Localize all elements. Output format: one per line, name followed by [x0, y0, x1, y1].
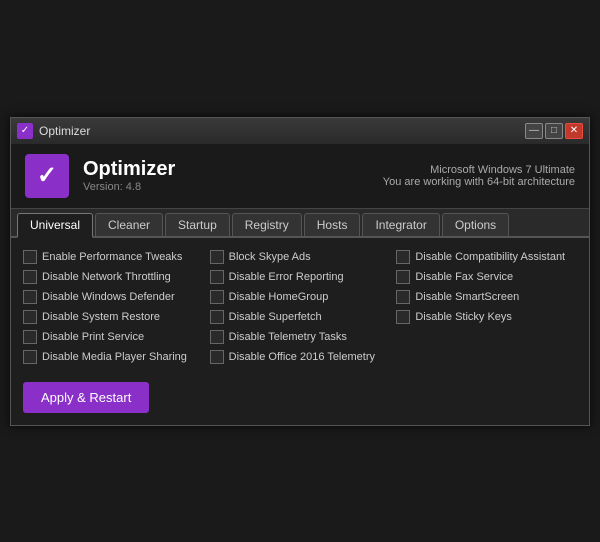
main-window: ✓ Optimizer — □ ✕ ✓ Optimizer Version: 4…: [10, 117, 590, 426]
checkbox-label: Disable Office 2016 Telemetry: [229, 351, 375, 363]
checkboxes-grid: Enable Performance Tweaks Block Skype Ad…: [23, 250, 577, 364]
tab-content: Enable Performance Tweaks Block Skype Ad…: [11, 238, 589, 425]
app-logo: ✓: [25, 154, 69, 198]
minimize-button[interactable]: —: [525, 123, 543, 139]
checkbox-disable-superfetch[interactable]: [210, 310, 224, 324]
checkbox-disable-mediaplayer[interactable]: [23, 350, 37, 364]
checkbox-label: Disable HomeGroup: [229, 291, 329, 303]
checkbox-label: Disable Error Reporting: [229, 271, 344, 283]
window-title: Optimizer: [39, 124, 90, 138]
checkbox-disable-defender[interactable]: [23, 290, 37, 304]
checkbox-disable-smartscreen[interactable]: [396, 290, 410, 304]
checkbox-label: Disable Compatibility Assistant: [415, 251, 565, 263]
checkbox-disable-restore[interactable]: [23, 310, 37, 324]
list-item: Block Skype Ads: [210, 250, 391, 264]
checkbox-label: Disable SmartScreen: [415, 291, 519, 303]
list-item: Disable Compatibility Assistant: [396, 250, 577, 264]
checkbox-disable-homegroup[interactable]: [210, 290, 224, 304]
checkbox-label: Disable Fax Service: [415, 271, 513, 283]
maximize-button[interactable]: □: [545, 123, 563, 139]
system-info-1: Microsoft Windows 7 Ultimate: [383, 164, 575, 176]
list-item: Disable Error Reporting: [210, 270, 391, 284]
empty-cell-2: [396, 350, 577, 364]
checkbox-disable-net[interactable]: [23, 270, 37, 284]
checkbox-disable-print[interactable]: [23, 330, 37, 344]
app-info: Microsoft Windows 7 Ultimate You are wor…: [383, 164, 575, 188]
logo-checkmark: ✓: [37, 161, 57, 190]
checkbox-label: Disable System Restore: [42, 311, 160, 323]
tab-hosts[interactable]: Hosts: [304, 213, 361, 236]
tab-options[interactable]: Options: [442, 213, 509, 236]
tab-bar: Universal Cleaner Startup Registry Hosts…: [11, 209, 589, 238]
system-info-2: You are working with 64-bit architecture: [383, 176, 575, 188]
list-item: Disable Fax Service: [396, 270, 577, 284]
close-button[interactable]: ✕: [565, 123, 583, 139]
list-item: Disable Network Throttling: [23, 270, 204, 284]
tab-startup[interactable]: Startup: [165, 213, 230, 236]
checkbox-label: Disable Print Service: [42, 331, 144, 343]
tab-universal[interactable]: Universal: [17, 213, 93, 238]
tab-registry[interactable]: Registry: [232, 213, 302, 236]
checkbox-disable-telemetry[interactable]: [210, 330, 224, 344]
title-bar-left: ✓ Optimizer: [17, 123, 90, 139]
checkbox-label: Block Skype Ads: [229, 251, 311, 263]
app-name: Optimizer: [83, 158, 369, 181]
list-item: Disable Telemetry Tasks: [210, 330, 391, 344]
checkbox-enable-performance[interactable]: [23, 250, 37, 264]
app-icon: ✓: [17, 123, 33, 139]
tab-integrator[interactable]: Integrator: [362, 213, 439, 236]
title-bar: ✓ Optimizer — □ ✕: [11, 118, 589, 144]
app-header: ✓ Optimizer Version: 4.8 Microsoft Windo…: [11, 144, 589, 209]
empty-cell: [396, 330, 577, 344]
checkbox-disable-office[interactable]: [210, 350, 224, 364]
checkbox-disable-fax[interactable]: [396, 270, 410, 284]
list-item: Disable Print Service: [23, 330, 204, 344]
list-item: Disable Sticky Keys: [396, 310, 577, 324]
list-item: Disable Windows Defender: [23, 290, 204, 304]
checkbox-label: Disable Windows Defender: [42, 291, 175, 303]
list-item: Disable SmartScreen: [396, 290, 577, 304]
checkbox-disable-error[interactable]: [210, 270, 224, 284]
list-item: Enable Performance Tweaks: [23, 250, 204, 264]
checkbox-disable-sticky[interactable]: [396, 310, 410, 324]
checkbox-label: Disable Sticky Keys: [415, 311, 512, 323]
app-version: Version: 4.8: [83, 181, 369, 193]
window-controls: — □ ✕: [525, 123, 583, 139]
checkbox-label: Disable Telemetry Tasks: [229, 331, 347, 343]
list-item: Disable Office 2016 Telemetry: [210, 350, 391, 364]
list-item: Disable Superfetch: [210, 310, 391, 324]
apply-restart-button[interactable]: Apply & Restart: [23, 382, 149, 413]
list-item: Disable System Restore: [23, 310, 204, 324]
checkbox-label: Disable Superfetch: [229, 311, 322, 323]
checkbox-block-skype[interactable]: [210, 250, 224, 264]
checkbox-disable-compat[interactable]: [396, 250, 410, 264]
checkbox-label: Disable Media Player Sharing: [42, 351, 187, 363]
app-title-area: Optimizer Version: 4.8: [83, 158, 369, 193]
list-item: Disable HomeGroup: [210, 290, 391, 304]
checkbox-label: Disable Network Throttling: [42, 271, 171, 283]
tab-cleaner[interactable]: Cleaner: [95, 213, 163, 236]
list-item: Disable Media Player Sharing: [23, 350, 204, 364]
checkbox-label: Enable Performance Tweaks: [42, 251, 182, 263]
